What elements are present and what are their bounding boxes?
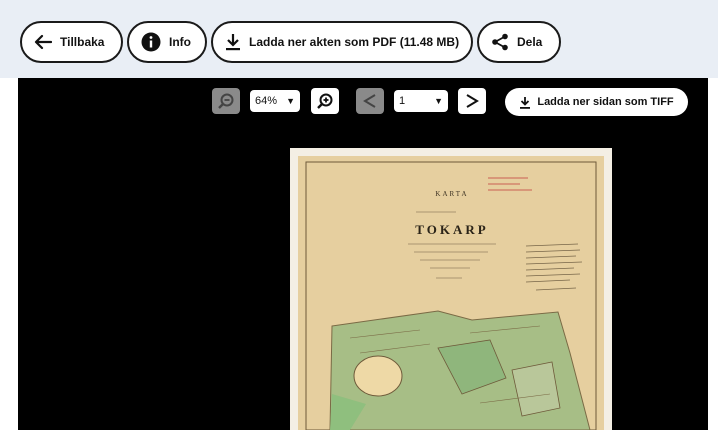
map-place-name: TOKARP bbox=[415, 222, 488, 237]
chevron-left-icon bbox=[363, 94, 376, 108]
back-label: Tillbaka bbox=[60, 35, 105, 49]
share-icon bbox=[491, 33, 509, 51]
chevron-down-icon: ▼ bbox=[286, 96, 295, 106]
share-button[interactable]: Dela bbox=[477, 21, 561, 63]
page-value: 1 bbox=[399, 95, 406, 107]
zoom-in-button[interactable] bbox=[311, 88, 339, 114]
zoom-out-button[interactable] bbox=[212, 88, 240, 114]
info-label: Info bbox=[169, 35, 191, 49]
chevron-right-icon bbox=[466, 94, 479, 108]
info-button[interactable]: Info bbox=[127, 21, 207, 63]
download-tiff-label: Ladda ner sidan som TIFF bbox=[537, 96, 674, 108]
download-pdf-label: Ladda ner akten som PDF (11.48 MB) bbox=[249, 35, 460, 49]
info-icon bbox=[141, 32, 161, 52]
zoom-out-icon bbox=[218, 93, 234, 109]
map-page-image: KARTA TOKARP bbox=[290, 148, 612, 430]
zoom-value: 64% bbox=[255, 95, 278, 107]
download-tiff-button[interactable]: Ladda ner sidan som TIFF bbox=[505, 88, 688, 116]
share-label: Dela bbox=[517, 35, 543, 49]
map-heading: KARTA bbox=[435, 190, 468, 198]
next-page-button[interactable] bbox=[458, 88, 486, 114]
document-viewer: 64% ▼ 1 ▼ Ladda ner sidan som TIFF KARTA… bbox=[18, 78, 708, 430]
previous-page-button[interactable] bbox=[356, 88, 384, 114]
zoom-select[interactable]: 64% ▼ bbox=[250, 90, 300, 112]
download-icon bbox=[225, 33, 241, 51]
page-select[interactable]: 1 ▼ bbox=[394, 90, 448, 112]
map-scan: KARTA TOKARP bbox=[290, 148, 612, 430]
chevron-down-icon: ▼ bbox=[434, 96, 443, 106]
download-icon bbox=[520, 96, 531, 109]
back-button[interactable]: Tillbaka bbox=[20, 21, 123, 63]
zoom-in-icon bbox=[317, 93, 333, 109]
download-pdf-button[interactable]: Ladda ner akten som PDF (11.48 MB) bbox=[211, 21, 473, 63]
top-action-bar: Tillbaka Info Ladda ner akten som PDF (1… bbox=[0, 0, 718, 78]
arrow-left-icon bbox=[34, 34, 52, 50]
